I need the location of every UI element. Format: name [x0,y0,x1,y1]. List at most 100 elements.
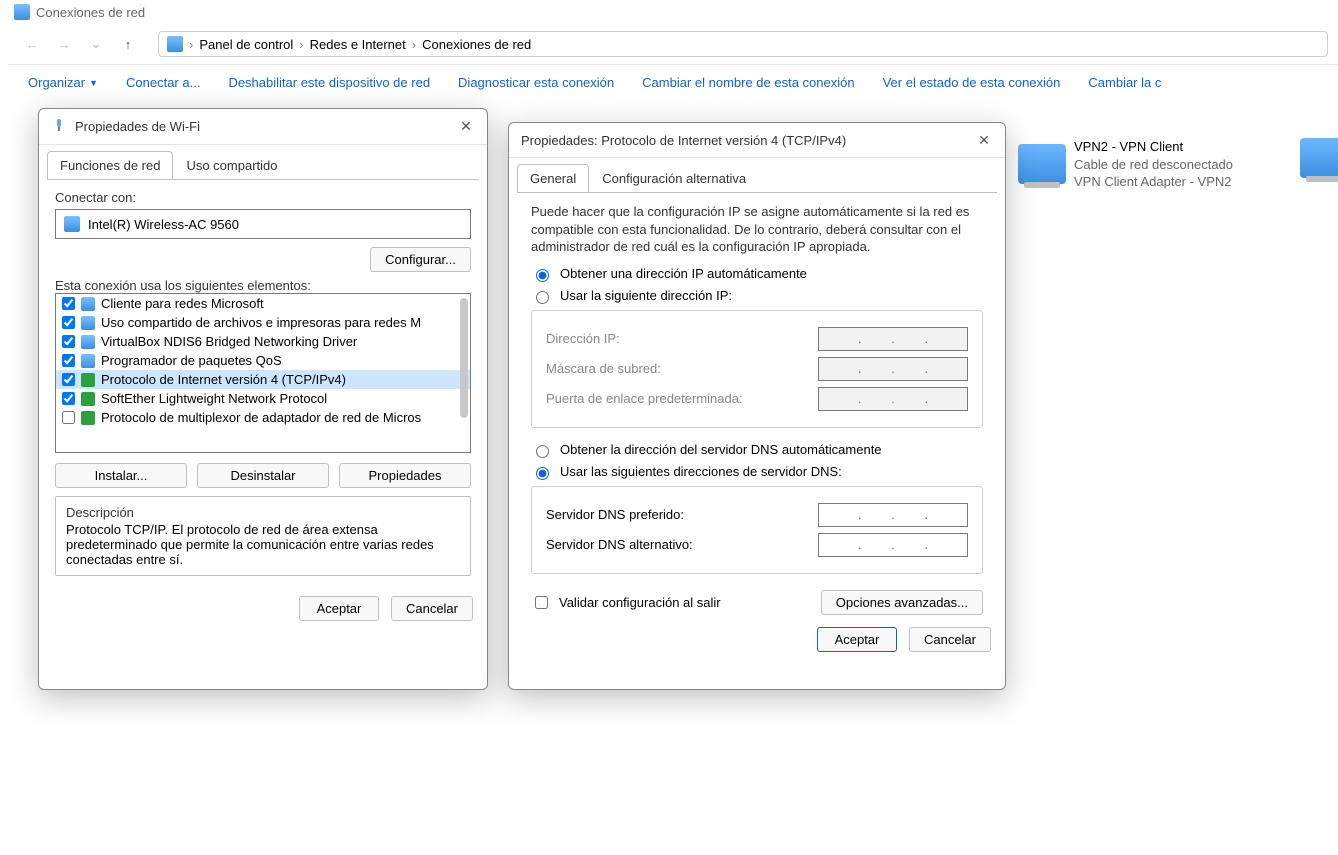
advanced-button[interactable]: Opciones avanzadas... [821,590,983,615]
element-label: SoftEther Lightweight Network Protocol [101,391,327,406]
dns-pref-input[interactable] [818,503,968,527]
chevron-right-icon: › [412,37,416,52]
cancel-button[interactable]: Cancelar [391,596,473,621]
path-icon [167,36,183,52]
explorer-window: Conexiones de red ← → ⌄ ↑ › Panel de con… [8,0,1338,100]
address-bar[interactable]: › Panel de control › Redes e Internet › … [158,31,1328,57]
uninstall-button[interactable]: Desinstalar [197,463,329,488]
install-button[interactable]: Instalar... [55,463,187,488]
radio-dns-manual[interactable] [536,467,549,480]
connection-item-vpn2[interactable]: VPN2 - VPN Client Cable de red desconect… [1018,138,1308,191]
recent-chevron[interactable]: ⌄ [82,30,110,58]
breadcrumb-item[interactable]: Panel de control [199,37,293,52]
network-adapter-icon [1018,144,1066,184]
subnet-input [818,357,968,381]
elements-list[interactable]: Cliente para redes Microsoft Uso comparti… [55,293,471,453]
up-button[interactable]: ↑ [114,30,142,58]
element-checkbox[interactable] [62,354,75,367]
ip-address-label: Dirección IP: [546,331,620,346]
wifi-properties-dialog: Propiedades de Wi-Fi ✕ Funciones de red … [38,108,488,690]
element-item[interactable]: Cliente para redes Microsoft [56,294,470,313]
chevron-right-icon: › [299,37,303,52]
organize-menu[interactable]: Organizar ▼ [28,75,98,90]
radio-dns-auto[interactable] [536,445,549,458]
description-text: Protocolo TCP/IP. El protocolo de red de… [66,522,460,567]
accept-button[interactable]: Aceptar [817,627,897,652]
client-icon [81,354,95,368]
radio-dns-auto-label: Obtener la dirección del servidor DNS au… [560,442,882,457]
cancel-button[interactable]: Cancelar [909,627,991,652]
dialog-title: Propiedades de Wi-Fi [75,119,200,134]
element-item[interactable]: Programador de paquetes QoS [56,351,470,370]
elements-label: Esta conexión usa los siguientes element… [55,278,471,293]
radio-ip-manual-label: Usar la siguiente dirección IP: [560,288,732,303]
forward-button[interactable]: → [50,30,78,58]
element-checkbox[interactable] [62,335,75,348]
description-box: Descripción Protocolo TCP/IP. El protoco… [55,496,471,576]
element-checkbox[interactable] [62,297,75,310]
element-checkbox[interactable] [62,373,75,386]
element-label: Protocolo de Internet versión 4 (TCP/IPv… [101,372,346,387]
radio-dns-manual-label: Usar las siguientes direcciones de servi… [560,464,842,479]
scrollbar-thumb[interactable] [460,298,468,418]
element-label: VirtualBox NDIS6 Bridged Networking Driv… [101,334,357,349]
client-icon [81,335,95,349]
cmd-disable[interactable]: Deshabilitar este dispositivo de red [228,75,430,90]
tab-alt-config[interactable]: Configuración alternativa [589,164,759,192]
network-adapter-icon[interactable] [1300,138,1338,178]
element-checkbox[interactable] [62,411,75,424]
dns-alt-label: Servidor DNS alternativo: [546,537,693,552]
protocol-icon [81,373,95,387]
element-item[interactable]: Protocolo de multiplexor de adaptador de… [56,408,470,427]
element-item[interactable]: Protocolo de Internet versión 4 (TCP/IPv… [56,370,470,389]
radio-ip-manual[interactable] [536,291,549,304]
window-title: Conexiones de red [36,5,145,20]
back-button[interactable]: ← [18,30,46,58]
dialog-title: Propiedades: Protocolo de Internet versi… [521,133,846,148]
cmd-status[interactable]: Ver el estado de esta conexión [883,75,1061,90]
close-button[interactable]: ✕ [457,118,475,136]
client-icon [81,316,95,330]
adapter-field[interactable]: Intel(R) Wireless-AC 9560 [55,209,471,239]
radio-ip-auto[interactable] [536,269,549,282]
tab-general[interactable]: General [517,164,589,192]
radio-ip-auto-label: Obtener una dirección IP automáticamente [560,266,807,281]
gateway-label: Puerta de enlace predeterminada: [546,391,743,406]
breadcrumb-item[interactable]: Redes e Internet [310,37,406,52]
element-item[interactable]: VirtualBox NDIS6 Bridged Networking Driv… [56,332,470,351]
protocol-icon [81,392,95,406]
close-button[interactable]: ✕ [975,131,993,149]
dns-pref-label: Servidor DNS preferido: [546,507,684,522]
element-checkbox[interactable] [62,392,75,405]
tab-sharing[interactable]: Uso compartido [173,151,290,179]
dns-alt-input[interactable] [818,533,968,557]
adapter-icon [64,216,80,232]
subnet-label: Máscara de subred: [546,361,661,376]
cmd-diagnose[interactable]: Diagnosticar esta conexión [458,75,614,90]
cmd-change[interactable]: Cambiar la c [1088,75,1161,90]
dns-fields-group: Servidor DNS preferido: Servidor DNS alt… [531,486,983,574]
chevron-down-icon: ▼ [89,78,98,88]
element-checkbox[interactable] [62,316,75,329]
description-title: Descripción [66,505,460,520]
cmd-connect[interactable]: Conectar a... [126,75,200,90]
connection-status: Cable de red desconectado [1074,156,1233,174]
element-label: Cliente para redes Microsoft [101,296,264,311]
connection-name: VPN2 - VPN Client [1074,138,1233,156]
element-label: Uso compartido de archivos e impresoras … [101,315,421,330]
accept-button[interactable]: Aceptar [299,596,379,621]
tab-network-functions[interactable]: Funciones de red [47,151,173,179]
configure-button[interactable]: Configurar... [370,247,471,272]
validate-label: Validar configuración al salir [559,595,721,610]
ipv4-properties-dialog: Propiedades: Protocolo de Internet versi… [508,122,1006,690]
element-item[interactable]: SoftEther Lightweight Network Protocol [56,389,470,408]
element-item[interactable]: Uso compartido de archivos e impresoras … [56,313,470,332]
validate-checkbox[interactable] [535,596,548,609]
ip-fields-group: Dirección IP: Máscara de subred: Puerta … [531,310,983,428]
breadcrumb-item[interactable]: Conexiones de red [422,37,531,52]
command-bar: Organizar ▼ Conectar a... Deshabilitar e… [8,65,1338,100]
properties-button[interactable]: Propiedades [339,463,471,488]
protocol-icon [81,411,95,425]
cmd-rename[interactable]: Cambiar el nombre de esta conexión [642,75,854,90]
element-label: Protocolo de multiplexor de adaptador de… [101,410,421,425]
